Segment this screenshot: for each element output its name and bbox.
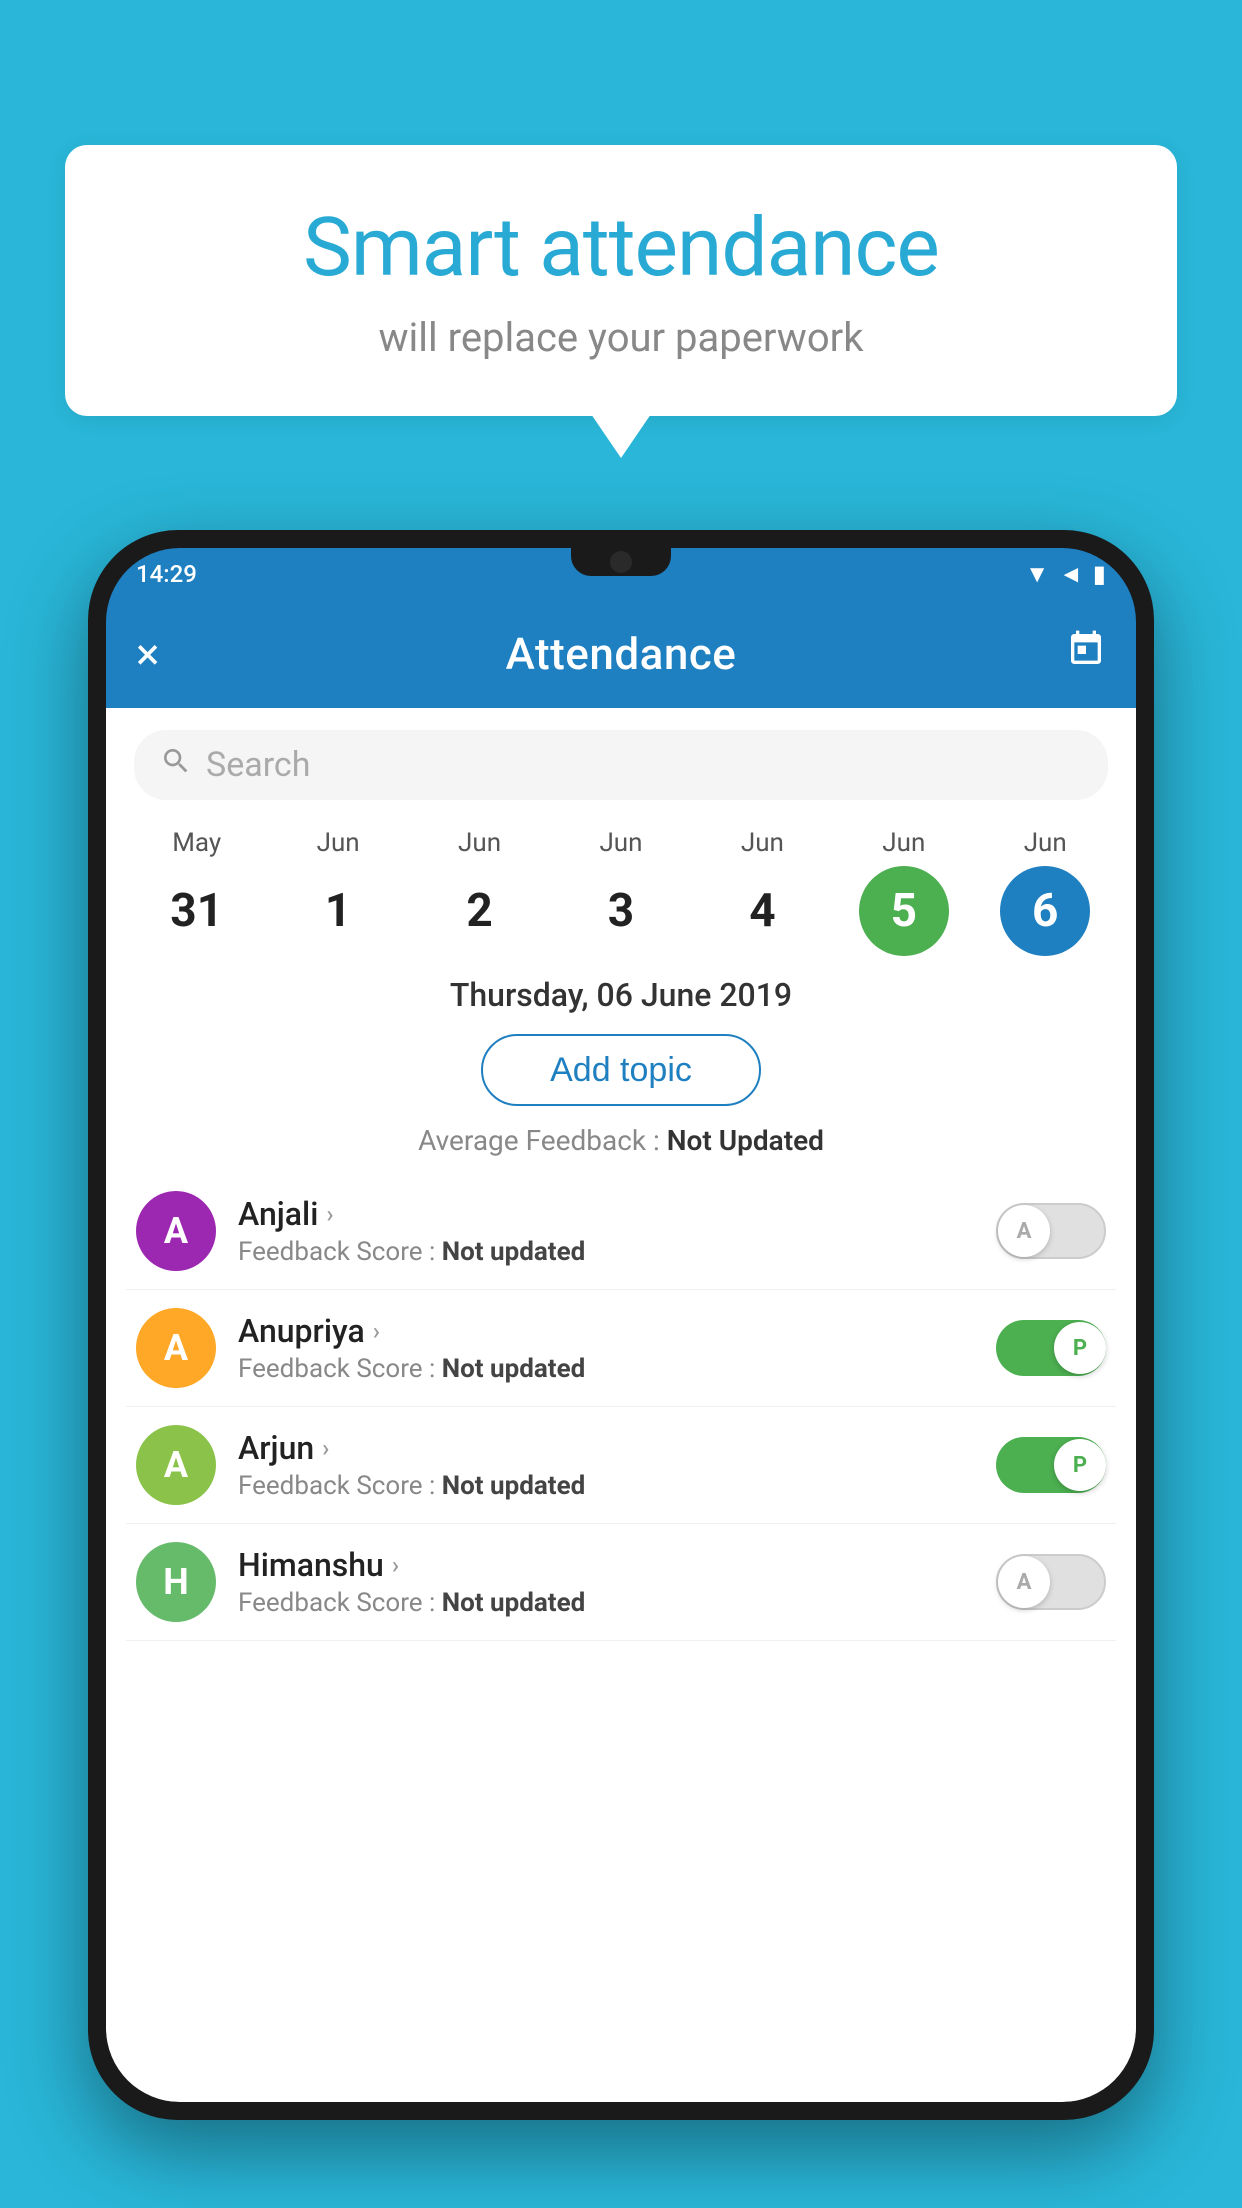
bubble-title: Smart attendance bbox=[125, 200, 1117, 296]
date-number: 3 bbox=[576, 866, 666, 956]
toggle-knob: A bbox=[998, 1556, 1050, 1608]
bubble-subtitle: will replace your paperwork bbox=[125, 314, 1117, 361]
speech-bubble: Smart attendance will replace your paper… bbox=[65, 145, 1177, 416]
toggle-wrap[interactable]: P bbox=[996, 1437, 1106, 1493]
calendar-row: May 31 Jun 1 Jun 2 Jun 3 Jun 4 Jun 5 Jun… bbox=[106, 810, 1136, 964]
chevron-icon: › bbox=[392, 1551, 399, 1579]
date-number: 6 bbox=[1000, 866, 1090, 956]
phone-outer: 14:29 ▼ ◄ ▮ × Attendance bbox=[88, 530, 1154, 2120]
student-avatar: A bbox=[136, 1425, 216, 1505]
date-month: Jun bbox=[741, 828, 784, 858]
date-number: 5 bbox=[859, 866, 949, 956]
toggle-wrap[interactable]: A bbox=[996, 1203, 1106, 1259]
phone-wrapper: 14:29 ▼ ◄ ▮ × Attendance bbox=[88, 530, 1154, 2208]
attendance-toggle[interactable]: A bbox=[996, 1554, 1106, 1610]
search-bar[interactable]: Search bbox=[134, 730, 1108, 800]
phone-notch bbox=[571, 548, 671, 576]
toggle-knob: P bbox=[1054, 1322, 1106, 1374]
student-info: Anjali › Feedback Score : Not updated bbox=[238, 1195, 974, 1267]
date-month: Jun bbox=[1024, 828, 1067, 858]
student-item[interactable]: A Arjun › Feedback Score : Not updated P bbox=[126, 1407, 1116, 1524]
add-topic-button[interactable]: Add topic bbox=[481, 1034, 761, 1106]
battery-icon: ▮ bbox=[1093, 560, 1106, 588]
student-avatar: H bbox=[136, 1542, 216, 1622]
phone-camera bbox=[610, 551, 632, 573]
student-list: A Anjali › Feedback Score : Not updated … bbox=[106, 1173, 1136, 1641]
student-avatar: A bbox=[136, 1191, 216, 1271]
date-number: 4 bbox=[717, 866, 807, 956]
phone-screen: Search May 31 Jun 1 Jun 2 Jun 3 Jun 4 Ju… bbox=[106, 708, 1136, 2102]
student-score: Feedback Score : Not updated bbox=[238, 1354, 974, 1384]
search-placeholder: Search bbox=[206, 745, 310, 785]
status-time: 14:29 bbox=[136, 560, 197, 588]
date-month: May bbox=[172, 828, 221, 858]
student-info: Himanshu › Feedback Score : Not updated bbox=[238, 1546, 974, 1618]
phone-inner: 14:29 ▼ ◄ ▮ × Attendance bbox=[106, 548, 1136, 2102]
student-info: Anupriya › Feedback Score : Not updated bbox=[238, 1312, 974, 1384]
date-month: Jun bbox=[458, 828, 501, 858]
close-button[interactable]: × bbox=[136, 628, 196, 680]
student-score: Feedback Score : Not updated bbox=[238, 1471, 974, 1501]
date-cell[interactable]: Jun 1 bbox=[278, 828, 398, 956]
top-bar: × Attendance bbox=[106, 600, 1136, 708]
date-month: Jun bbox=[317, 828, 360, 858]
speech-bubble-container: Smart attendance will replace your paper… bbox=[65, 145, 1177, 416]
student-item[interactable]: H Himanshu › Feedback Score : Not update… bbox=[126, 1524, 1116, 1641]
student-name: Himanshu › bbox=[238, 1546, 974, 1584]
attendance-toggle[interactable]: A bbox=[996, 1203, 1106, 1259]
signal-icon: ◄ bbox=[1059, 560, 1083, 589]
date-cell[interactable]: Jun 6 bbox=[985, 828, 1105, 956]
date-cell[interactable]: Jun 3 bbox=[561, 828, 681, 956]
selected-date: Thursday, 06 June 2019 bbox=[106, 964, 1136, 1020]
toggle-knob: A bbox=[998, 1205, 1050, 1257]
date-month: Jun bbox=[882, 828, 925, 858]
avg-feedback-label: Average Feedback : bbox=[418, 1124, 660, 1157]
toggle-knob: P bbox=[1054, 1439, 1106, 1491]
date-cell[interactable]: Jun 5 bbox=[844, 828, 964, 956]
chevron-icon: › bbox=[373, 1317, 380, 1345]
chevron-icon: › bbox=[326, 1200, 333, 1228]
date-cell[interactable]: Jun 2 bbox=[420, 828, 540, 956]
chevron-icon: › bbox=[322, 1434, 329, 1462]
toggle-wrap[interactable]: A bbox=[996, 1554, 1106, 1610]
date-cell[interactable]: May 31 bbox=[137, 828, 257, 956]
date-number: 31 bbox=[152, 866, 242, 956]
attendance-toggle[interactable]: P bbox=[996, 1320, 1106, 1376]
student-item[interactable]: A Anjali › Feedback Score : Not updated … bbox=[126, 1173, 1116, 1290]
date-month: Jun bbox=[599, 828, 642, 858]
avg-feedback-value: Not Updated bbox=[667, 1124, 824, 1157]
student-score: Feedback Score : Not updated bbox=[238, 1588, 974, 1618]
student-info: Arjun › Feedback Score : Not updated bbox=[238, 1429, 974, 1501]
avg-feedback: Average Feedback : Not Updated bbox=[106, 1120, 1136, 1173]
toggle-wrap[interactable]: P bbox=[996, 1320, 1106, 1376]
screen-title: Attendance bbox=[196, 628, 1046, 680]
wifi-icon: ▼ bbox=[1025, 560, 1049, 589]
calendar-icon[interactable] bbox=[1046, 629, 1106, 679]
student-name: Anupriya › bbox=[238, 1312, 974, 1350]
date-cell[interactable]: Jun 4 bbox=[702, 828, 822, 956]
attendance-toggle[interactable]: P bbox=[996, 1437, 1106, 1493]
status-icons: ▼ ◄ ▮ bbox=[1025, 560, 1106, 589]
student-avatar: A bbox=[136, 1308, 216, 1388]
date-number: 1 bbox=[293, 866, 383, 956]
student-item[interactable]: A Anupriya › Feedback Score : Not update… bbox=[126, 1290, 1116, 1407]
student-name: Arjun › bbox=[238, 1429, 974, 1467]
search-icon bbox=[160, 745, 192, 785]
student-name: Anjali › bbox=[238, 1195, 974, 1233]
student-score: Feedback Score : Not updated bbox=[238, 1237, 974, 1267]
date-number: 2 bbox=[435, 866, 525, 956]
